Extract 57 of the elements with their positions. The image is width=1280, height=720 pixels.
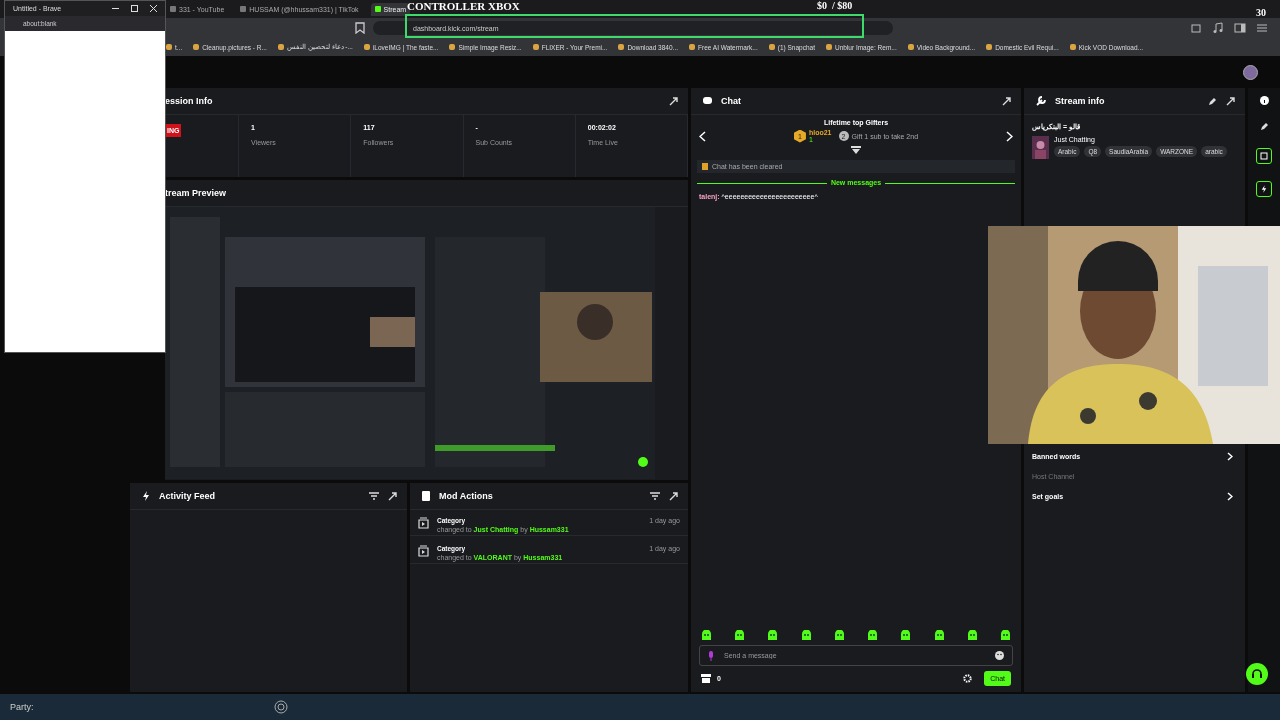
emote-icon[interactable] bbox=[767, 630, 779, 641]
avatar[interactable] bbox=[1243, 64, 1258, 80]
panel-title: ession Info bbox=[165, 96, 213, 106]
panel-title: Chat bbox=[721, 96, 741, 106]
counter-text: 30 bbox=[1256, 7, 1266, 18]
support-button[interactable] bbox=[1246, 663, 1268, 685]
filter-icon[interactable] bbox=[650, 492, 660, 500]
trash-icon bbox=[702, 163, 708, 170]
emote-icon[interactable] bbox=[933, 630, 945, 641]
party-label: Party: bbox=[10, 702, 34, 712]
lightning-icon bbox=[1261, 185, 1267, 193]
expand-icon[interactable] bbox=[851, 146, 861, 154]
emote-icon[interactable] bbox=[701, 630, 712, 641]
music-icon[interactable] bbox=[1212, 22, 1224, 34]
emoji-icon[interactable] bbox=[995, 651, 1004, 660]
chevron-right-icon bbox=[1227, 492, 1233, 501]
sidebar-icon[interactable] bbox=[1234, 22, 1246, 34]
chevron-right-icon bbox=[1227, 452, 1233, 461]
chevron-right-icon[interactable] bbox=[1006, 130, 1013, 142]
popout-icon[interactable] bbox=[669, 491, 678, 501]
square-icon bbox=[1260, 152, 1268, 160]
close-icon[interactable] bbox=[150, 5, 157, 12]
popout-icon[interactable] bbox=[1002, 96, 1011, 106]
microphone-icon[interactable] bbox=[708, 650, 714, 661]
emote-icon[interactable] bbox=[966, 630, 978, 641]
emote-icon[interactable] bbox=[800, 630, 812, 641]
lightning-icon bbox=[142, 491, 150, 501]
emote-icon[interactable] bbox=[833, 630, 845, 641]
panel-title: Stream info bbox=[1055, 96, 1105, 106]
headset-icon bbox=[1251, 668, 1263, 680]
pencil-icon[interactable] bbox=[1259, 122, 1269, 131]
pencil-icon[interactable] bbox=[1208, 96, 1217, 106]
goal-text: $0 / $80 bbox=[817, 0, 853, 11]
video-icon bbox=[418, 545, 429, 557]
emote-icon[interactable] bbox=[999, 630, 1011, 641]
panel-title: Activity Feed bbox=[159, 491, 216, 501]
document-icon bbox=[422, 491, 430, 501]
popout-icon[interactable] bbox=[669, 96, 678, 106]
emote-icon[interactable] bbox=[867, 630, 879, 641]
maximize-icon[interactable] bbox=[131, 5, 138, 12]
popout-icon[interactable] bbox=[388, 491, 397, 501]
popout-icon[interactable] bbox=[1226, 96, 1235, 106]
minimize-icon[interactable] bbox=[112, 5, 119, 12]
menu-icon[interactable] bbox=[1256, 22, 1268, 34]
panel-title: Mod Actions bbox=[439, 491, 493, 501]
info-icon[interactable] bbox=[1259, 96, 1269, 105]
toolbar-button[interactable] bbox=[1256, 148, 1272, 164]
emote-icon[interactable] bbox=[900, 630, 912, 641]
bookmark-icon[interactable] bbox=[355, 22, 365, 34]
filter-icon[interactable] bbox=[369, 492, 379, 500]
toolbar-button[interactable] bbox=[1256, 181, 1272, 197]
video-icon bbox=[418, 517, 429, 529]
emote-icon[interactable] bbox=[734, 630, 746, 641]
chevron-left-icon[interactable] bbox=[699, 130, 706, 142]
wrench-icon bbox=[1036, 96, 1046, 106]
target-icon[interactable] bbox=[273, 700, 288, 714]
panel-title: tream Preview bbox=[165, 188, 227, 198]
